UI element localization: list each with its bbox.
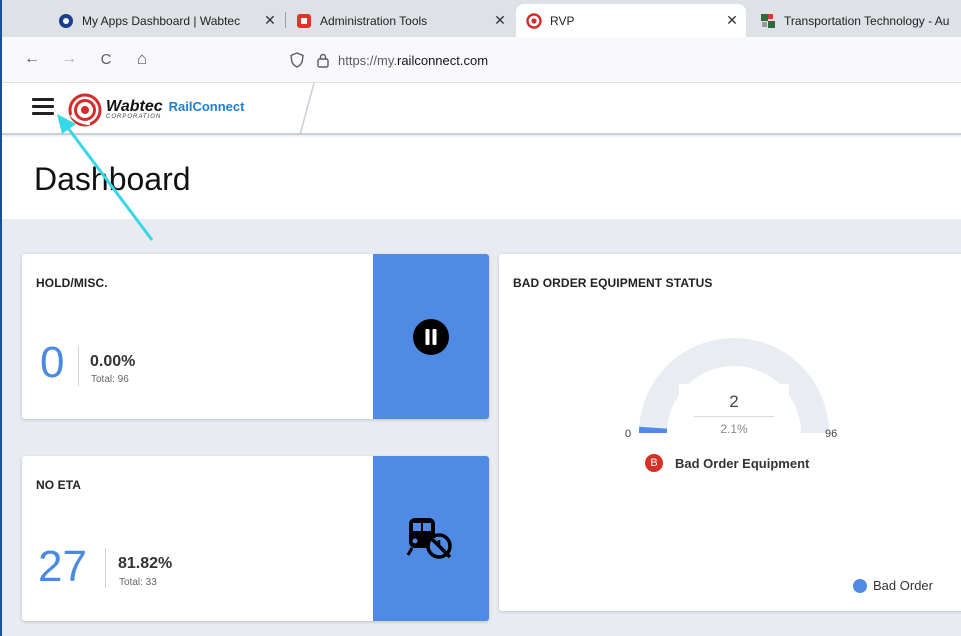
hamburger-menu-button[interactable] — [32, 98, 54, 118]
no-eta-percent: 81.82% — [118, 555, 173, 572]
tab-close-icon[interactable]: ✕ — [492, 12, 508, 29]
gauge-value: 2 — [729, 392, 739, 411]
wabtec-railconnect-logo[interactable]: Wabtec CORPORATION RailConnect — [68, 91, 244, 129]
url-prefix: https://my. — [338, 52, 397, 68]
back-button[interactable]: ← — [22, 49, 42, 69]
menu-bar — [32, 105, 54, 108]
card-title: HOLD/MISC. — [36, 276, 108, 290]
tab-transportation-technology[interactable]: Transportation Technology - Au — [748, 4, 961, 37]
tab-title: My Apps Dashboard | Wabtec — [82, 13, 241, 28]
logo-brand: Wabtec — [106, 98, 163, 115]
card-title: BAD ORDER EQUIPMENT STATUS — [513, 276, 713, 290]
url-domain: railconnect.com — [397, 52, 489, 68]
rvp-favicon-icon — [526, 12, 542, 29]
browser-toolbar: ← → C ⌂ https://my.railconnect.com — [2, 37, 961, 83]
shield-icon — [290, 52, 304, 68]
tab-title: Administration Tools — [320, 13, 428, 28]
dashboard-content: HOLD/MISC. 0 0.00% Total: 96 NO ETA 27 8… — [2, 219, 961, 636]
transportation-favicon-icon — [761, 13, 775, 28]
tab-close-icon[interactable]: ✕ — [724, 12, 740, 29]
no-eta-total: Total: 33 — [119, 577, 157, 588]
page-title: Dashboard — [34, 161, 191, 197]
tab-title: RVP — [550, 13, 575, 28]
admin-tools-favicon-icon — [297, 13, 311, 28]
gauge-separator — [694, 416, 774, 417]
screenshot-frame: My Apps Dashboard | Wabtec ✕ Administrat… — [0, 0, 961, 636]
wabtec-favicon-icon — [59, 13, 73, 28]
legend-label: Bad Order — [873, 578, 933, 593]
hold-percent: 0.00% — [90, 353, 136, 370]
page-title-bar: Dashboard — [2, 137, 961, 219]
card-title: NO ETA — [36, 478, 82, 492]
app-header: Wabtec CORPORATION RailConnect — [2, 83, 961, 135]
stat-divider — [78, 346, 79, 386]
wabtec-logo-icon — [68, 93, 102, 127]
tab-my-apps-dashboard[interactable]: My Apps Dashboard | Wabtec ✕ — [48, 4, 284, 37]
hold-misc-card[interactable]: HOLD/MISC. 0 0.00% Total: 96 — [22, 254, 489, 419]
pause-icon — [413, 318, 449, 355]
bad-order-status-card[interactable]: BAD ORDER EQUIPMENT STATUS 0 96 2 2.1% B… — [499, 254, 961, 611]
forward-button[interactable]: → — [59, 49, 79, 69]
lock-icon — [317, 53, 329, 68]
no-eta-count: 27 — [38, 542, 87, 591]
legend-marker — [853, 578, 868, 593]
logo-corporation: CORPORATION — [106, 114, 162, 120]
gauge-percent: 2.1% — [720, 422, 748, 436]
browser-tab-strip: My Apps Dashboard | Wabtec ✕ Administrat… — [2, 0, 961, 37]
no-eta-card[interactable]: NO ETA 27 81.82% Total: 33 — [22, 456, 489, 621]
home-button[interactable]: ⌂ — [132, 49, 152, 69]
hold-total: Total: 96 — [91, 374, 129, 385]
bad-order-equipment-row[interactable]: B Bad Order Equipment — [645, 454, 809, 472]
tab-rvp[interactable]: RVP ✕ — [516, 4, 746, 37]
no-eta-card-icon-panel — [373, 456, 489, 621]
tab-close-icon[interactable]: ✕ — [262, 12, 278, 29]
chart-legend[interactable]: Bad Order — [853, 578, 933, 593]
hold-card-icon-panel — [373, 254, 489, 419]
bad-order-badge: B — [645, 454, 663, 472]
reload-button[interactable]: C — [96, 49, 116, 69]
bad-order-label: Bad Order Equipment — [675, 455, 810, 471]
url-bar[interactable]: https://my.railconnect.com — [290, 45, 961, 75]
menu-bar — [32, 112, 54, 115]
hold-count: 0 — [40, 338, 65, 387]
header-divider — [299, 83, 315, 135]
tab-title: Transportation Technology - Au — [784, 13, 950, 28]
logo-product-name: RailConnect — [168, 98, 245, 114]
url-text: https://my.railconnect.com — [338, 53, 488, 68]
menu-bar — [32, 98, 54, 101]
logo-wordmark: Wabtec CORPORATION — [106, 98, 163, 121]
tab-administration-tools[interactable]: Administration Tools ✕ — [286, 4, 514, 37]
train-clock-off-icon — [406, 517, 452, 559]
stat-divider — [105, 548, 106, 588]
